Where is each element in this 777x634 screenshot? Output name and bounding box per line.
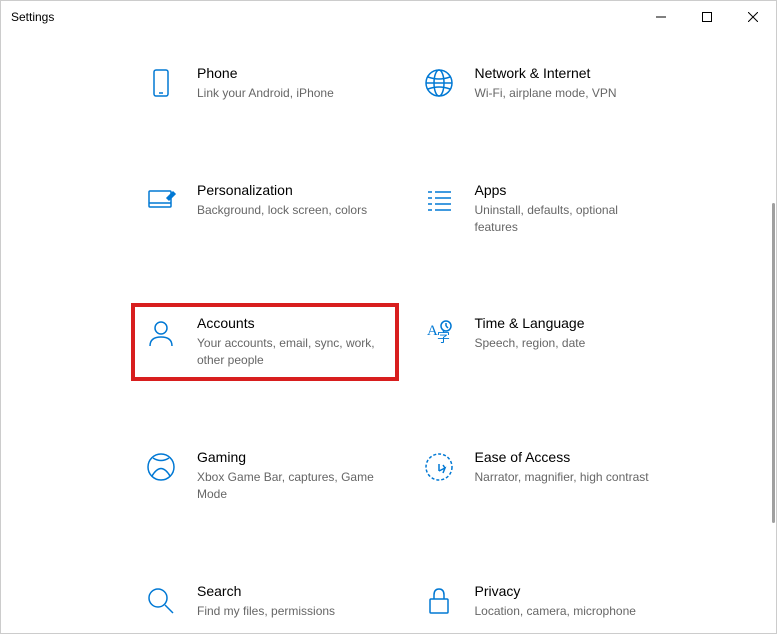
category-phone[interactable]: Phone Link your Android, iPhone	[131, 53, 399, 114]
category-time[interactable]: A字 Time & Language Speech, region, date	[409, 303, 677, 381]
category-desc: Narrator, magnifier, high contrast	[475, 469, 655, 486]
category-ease[interactable]: Ease of Access Narrator, magnifier, high…	[409, 437, 677, 515]
category-desc: Link your Android, iPhone	[197, 85, 377, 102]
ease-of-access-icon	[423, 451, 455, 483]
category-gaming[interactable]: Gaming Xbox Game Bar, captures, Game Mod…	[131, 437, 399, 515]
category-accounts[interactable]: Accounts Your accounts, email, sync, wor…	[131, 303, 399, 381]
svg-text:字: 字	[437, 330, 450, 345]
category-apps[interactable]: Apps Uninstall, defaults, optional featu…	[409, 170, 677, 248]
category-desc: Speech, region, date	[475, 335, 655, 352]
category-desc: Xbox Game Bar, captures, Game Mode	[197, 469, 377, 503]
settings-content: Phone Link your Android, iPhone Network …	[1, 33, 776, 633]
scrollbar[interactable]	[768, 33, 776, 633]
category-desc: Background, lock screen, colors	[197, 202, 377, 219]
settings-grid: Phone Link your Android, iPhone Network …	[131, 53, 676, 633]
lock-icon	[423, 585, 455, 617]
category-title: Gaming	[197, 449, 385, 465]
category-title: Search	[197, 583, 385, 599]
category-search[interactable]: Search Find my files, permissions	[131, 571, 399, 632]
category-title: Ease of Access	[475, 449, 663, 465]
category-privacy[interactable]: Privacy Location, camera, microphone	[409, 571, 677, 632]
category-desc: Uninstall, defaults, optional features	[475, 202, 655, 236]
xbox-icon	[145, 451, 177, 483]
titlebar: Settings	[1, 1, 776, 33]
category-title: Apps	[475, 182, 663, 198]
maximize-button[interactable]	[684, 1, 730, 33]
category-network[interactable]: Network & Internet Wi-Fi, airplane mode,…	[409, 53, 677, 114]
category-title: Accounts	[197, 315, 385, 331]
phone-icon	[145, 67, 177, 99]
category-desc: Location, camera, microphone	[475, 603, 655, 620]
apps-icon	[423, 184, 455, 216]
category-desc: Wi-Fi, airplane mode, VPN	[475, 85, 655, 102]
scrollbar-thumb[interactable]	[772, 203, 775, 523]
personalization-icon	[145, 184, 177, 216]
window-title: Settings	[11, 10, 54, 24]
close-button[interactable]	[730, 1, 776, 33]
window-controls	[638, 1, 776, 33]
time-language-icon: A字	[423, 317, 455, 349]
category-personalization[interactable]: Personalization Background, lock screen,…	[131, 170, 399, 248]
globe-icon	[423, 67, 455, 99]
minimize-button[interactable]	[638, 1, 684, 33]
category-desc: Find my files, permissions	[197, 603, 377, 620]
person-icon	[145, 317, 177, 349]
category-title: Phone	[197, 65, 385, 81]
category-title: Network & Internet	[475, 65, 663, 81]
search-icon	[145, 585, 177, 617]
category-title: Personalization	[197, 182, 385, 198]
category-title: Privacy	[475, 583, 663, 599]
category-title: Time & Language	[475, 315, 663, 331]
category-desc: Your accounts, email, sync, work, other …	[197, 335, 377, 369]
